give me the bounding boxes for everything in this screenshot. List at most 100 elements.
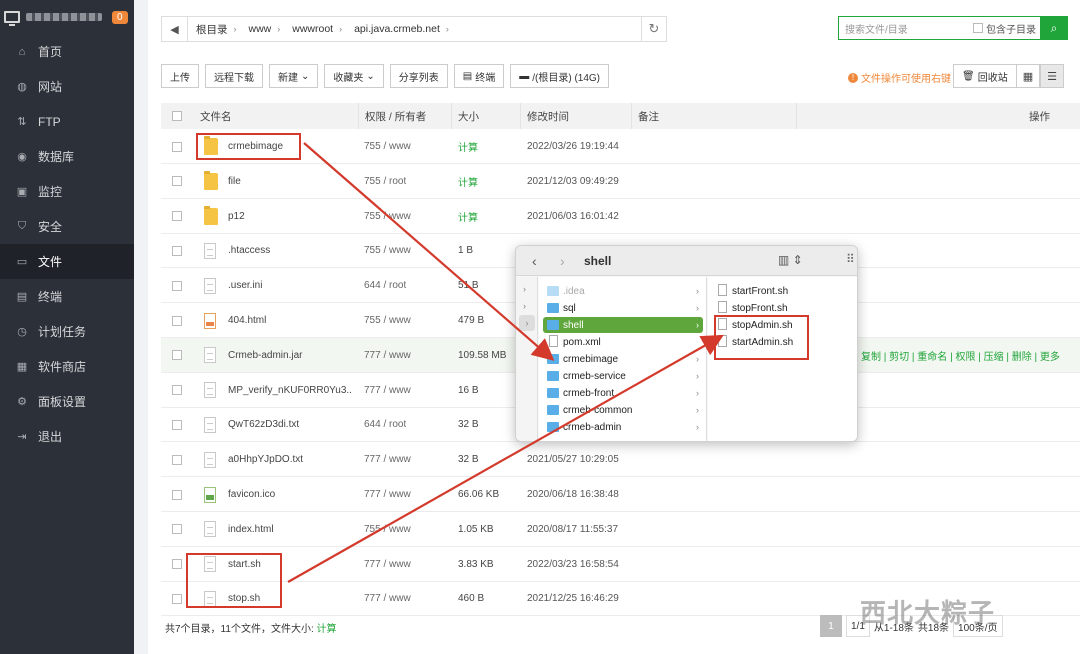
column-view-icon[interactable]: ▥ ⇕ xyxy=(778,253,803,267)
grid-view-icon[interactable]: ▦ xyxy=(1016,64,1040,88)
file-name[interactable]: Crmeb-admin.jar xyxy=(228,338,352,373)
file-name[interactable]: QwT62zD3di.txt xyxy=(228,407,352,442)
file-permission[interactable]: 777 / www xyxy=(364,338,411,373)
file-name[interactable]: p12 xyxy=(228,199,352,234)
back-arrow-icon[interactable]: ◀ xyxy=(162,17,188,41)
file-permission[interactable]: 644 / root xyxy=(364,407,406,442)
sidebar-item-6[interactable]: ▭ 文件 xyxy=(0,244,134,279)
sidebar-item-2[interactable]: ⇅ FTP xyxy=(0,104,134,139)
row-checkbox[interactable] xyxy=(172,547,182,582)
table-row[interactable]: start.sh 777 / www 3.83 KB 2022/03/23 16:58… xyxy=(161,547,1080,582)
breadcrumb-root[interactable]: 根目录 › xyxy=(188,22,241,37)
finder-item[interactable]: shell › xyxy=(543,317,703,333)
row-checkbox[interactable] xyxy=(172,164,182,199)
remote-download-button[interactable]: 远程下载 xyxy=(205,64,263,88)
finder-file[interactable]: stopFront.sh xyxy=(712,300,852,316)
search-icon[interactable]: ⌕ xyxy=(1040,16,1068,40)
header-perm[interactable]: 权限 / 所有者 xyxy=(358,103,451,129)
finder-item[interactable]: sql › xyxy=(543,300,703,316)
group-icon[interactable]: ⠿ xyxy=(846,252,855,266)
favorites-button[interactable]: 收藏夹 ⌄ xyxy=(324,64,384,88)
checkbox-icon[interactable] xyxy=(973,23,983,33)
file-permission[interactable]: 755 / www xyxy=(364,199,411,234)
file-size[interactable]: 计算 xyxy=(458,164,478,199)
finder-file[interactable]: startFront.sh xyxy=(712,283,852,299)
file-permission[interactable]: 777 / www xyxy=(364,547,411,582)
upload-button[interactable]: 上传 xyxy=(161,64,199,88)
sidebar-item-0[interactable]: ⌂ 首页 xyxy=(0,34,134,69)
finder-item[interactable]: crmeb-common › xyxy=(543,402,703,418)
sidebar-item-3[interactable]: ◉ 数据库 xyxy=(0,139,134,174)
file-permission[interactable]: 755 / www xyxy=(364,233,411,268)
table-row[interactable]: index.html 755 / www 1.05 KB 2020/08/17 11:… xyxy=(161,512,1080,547)
row-checkbox[interactable] xyxy=(172,233,182,268)
finder-item[interactable]: crmeb-front › xyxy=(543,385,703,401)
file-name[interactable]: file xyxy=(228,164,352,199)
finder-item[interactable]: pom.xml xyxy=(543,334,703,350)
notification-badge[interactable]: 0 xyxy=(112,10,128,24)
row-checkbox[interactable] xyxy=(172,129,182,164)
header-mtime[interactable]: 修改时间 xyxy=(520,103,631,129)
file-name[interactable]: index.html xyxy=(228,512,352,547)
header-size[interactable]: 大小 xyxy=(451,103,520,129)
row-checkbox[interactable] xyxy=(172,303,182,338)
file-name[interactable]: 404.html xyxy=(228,303,352,338)
row-checkbox[interactable] xyxy=(172,407,182,442)
sidebar-item-10[interactable]: ⚙ 面板设置 xyxy=(0,384,134,419)
table-row[interactable]: favicon.ico 777 / www 66.06 KB 2020/06/18 1… xyxy=(161,477,1080,512)
table-row[interactable]: a0HhpYJpDO.txt 777 / www 32 B 2021/05/27 10… xyxy=(161,442,1080,478)
file-permission[interactable]: 755 / root xyxy=(364,164,406,199)
sidebar-item-5[interactable]: ⛉ 安全 xyxy=(0,209,134,244)
calc-size-link[interactable]: 计算 xyxy=(317,624,337,635)
file-size[interactable]: 计算 xyxy=(458,199,478,234)
file-permission[interactable]: 777 / www xyxy=(364,442,411,477)
list-view-icon[interactable]: ☰ xyxy=(1040,64,1064,88)
share-list-button[interactable]: 分享列表 xyxy=(389,64,448,88)
terminal-button[interactable]: ▤ 终端 xyxy=(453,64,505,88)
file-name[interactable]: a0HhpYJpDO.txt xyxy=(228,442,352,477)
file-permission[interactable]: 777 / www xyxy=(364,477,411,512)
breadcrumb-www[interactable]: www › xyxy=(241,23,285,35)
table-row[interactable]: p12 755 / www 计算 2021/06/03 16:01:42 xyxy=(161,199,1080,234)
disk-button[interactable]: ▬/(根目录) (14G) xyxy=(510,64,610,88)
refresh-icon[interactable]: ↻ xyxy=(641,16,667,42)
header-name[interactable]: 文件名 xyxy=(194,103,364,129)
row-actions[interactable]: 复制 | 剪切 | 重命名 | 权限 | 压缩 | 删除 | 更多 xyxy=(861,338,1060,373)
row-checkbox[interactable] xyxy=(172,442,182,477)
include-subdir-checkbox[interactable]: 包含子目录 xyxy=(973,21,1036,36)
file-permission[interactable]: 777 / www xyxy=(364,581,411,616)
row-checkbox[interactable] xyxy=(172,268,182,303)
file-name[interactable]: favicon.ico xyxy=(228,477,352,512)
file-permission[interactable]: 755 / www xyxy=(364,512,411,547)
file-permission[interactable]: 755 / www xyxy=(364,129,411,164)
breadcrumb-site[interactable]: api.java.crmeb.net › xyxy=(346,23,453,35)
row-checkbox[interactable] xyxy=(172,477,182,512)
table-row[interactable]: file 755 / root 计算 2021/12/03 09:49:29 xyxy=(161,164,1080,199)
finder-item[interactable]: crmeb-service › xyxy=(543,368,703,384)
new-button[interactable]: 新建 ⌄ xyxy=(269,64,319,88)
search-input[interactable]: 搜索文件/目录 xyxy=(839,21,973,36)
row-checkbox[interactable] xyxy=(172,373,182,408)
page-1-button[interactable]: 1 xyxy=(820,615,842,637)
breadcrumb-wwwroot[interactable]: wwwroot › xyxy=(284,23,346,35)
sidebar-item-7[interactable]: ▤ 终端 xyxy=(0,279,134,314)
row-checkbox[interactable] xyxy=(172,512,182,547)
finder-item[interactable]: crmebimage › xyxy=(543,351,703,367)
file-name[interactable]: .htaccess xyxy=(228,233,352,268)
recycle-bin-button[interactable]: 🗑 回收站 xyxy=(953,64,1017,88)
back-chevron-icon[interactable]: ‹ xyxy=(532,253,537,269)
file-permission[interactable]: 644 / root xyxy=(364,268,406,303)
row-checkbox[interactable] xyxy=(172,581,182,616)
finder-item[interactable]: .idea › xyxy=(543,283,703,299)
sidebar-item-1[interactable]: ◍ 网站 xyxy=(0,69,134,104)
file-permission[interactable]: 777 / www xyxy=(364,373,411,408)
select-all-checkbox[interactable] xyxy=(172,103,182,129)
sidebar-item-11[interactable]: ⇥ 退出 xyxy=(0,419,134,454)
sidebar-item-8[interactable]: ◷ 计划任务 xyxy=(0,314,134,349)
file-name[interactable]: MP_verify_nKUF0RR0Yu3... xyxy=(228,373,352,408)
file-size[interactable]: 计算 xyxy=(458,129,478,164)
row-checkbox[interactable] xyxy=(172,338,182,373)
sidebar-item-9[interactable]: ▦ 软件商店 xyxy=(0,349,134,384)
finder-item[interactable]: crmeb-admin › xyxy=(543,419,703,435)
sidebar-item-4[interactable]: ▣ 监控 xyxy=(0,174,134,209)
